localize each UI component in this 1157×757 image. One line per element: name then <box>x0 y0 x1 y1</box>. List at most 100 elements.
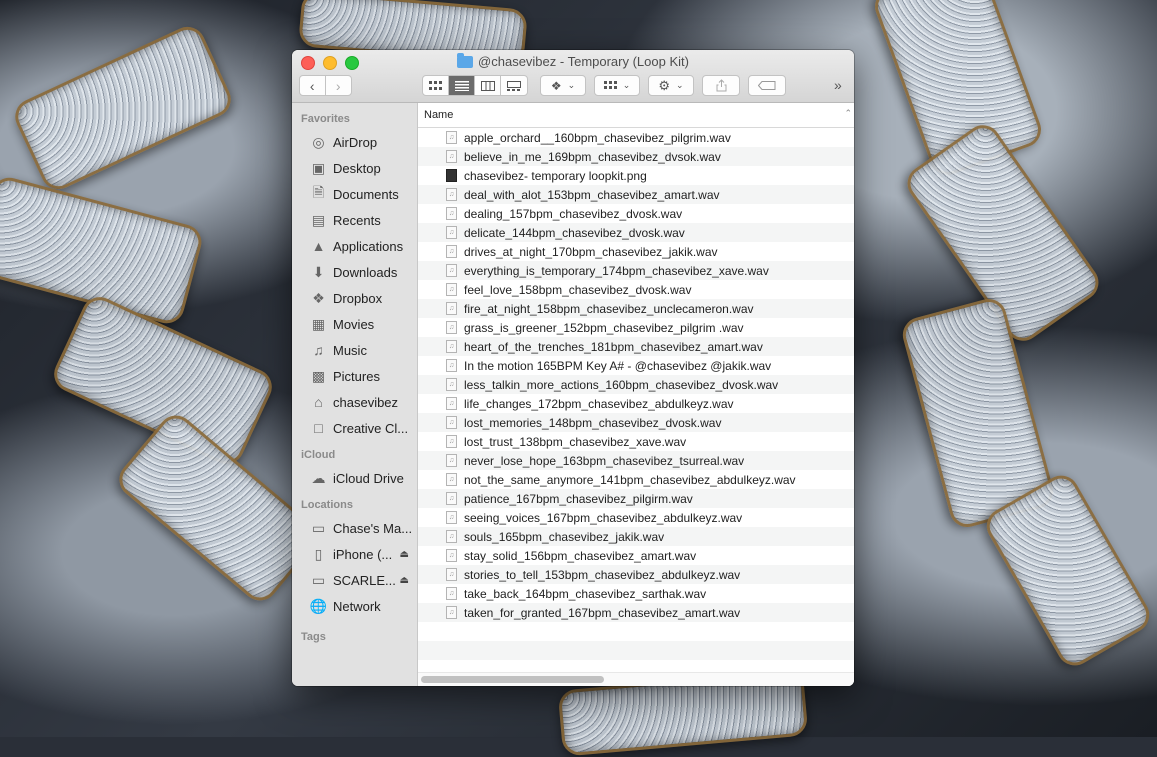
sidebar-item-network[interactable]: 🌐 Network <box>292 593 417 619</box>
icon-view-button[interactable] <box>423 76 449 95</box>
dropbox-button[interactable]: ❖ ⌄ <box>540 75 586 96</box>
sidebar-item-pictures[interactable]: ▩ Pictures <box>292 363 417 389</box>
laptop-icon: ▭ <box>311 519 326 536</box>
file-row[interactable]: ♫ less_talkin_more_actions_160bpm_chasevi… <box>418 375 854 394</box>
forward-button[interactable]: › <box>326 76 351 95</box>
file-row[interactable]: ♫ lost_trust_138bpm_chasevibez_xave.wav <box>418 432 854 451</box>
sidebar-item-recents[interactable]: ▤ Recents <box>292 207 417 233</box>
gear-icon: ⚙ <box>658 77 671 93</box>
sidebar-item-creative-cl[interactable]: □ Creative Cl... <box>292 415 417 441</box>
file-name: heart_of_the_trenches_181bpm_chasevibez_… <box>464 339 763 354</box>
recents-icon: ▤ <box>311 211 326 228</box>
file-row[interactable]: ♫ souls_165bpm_chasevibez_jakik.wav <box>418 527 854 546</box>
file-name: stay_solid_156bpm_chasevibez_amart.wav <box>464 548 697 563</box>
file-row[interactable]: ♫ taken_for_granted_167bpm_chasevibez_ama… <box>418 603 854 622</box>
file-row[interactable]: ♫ apple_orchard__160bpm_chasevibez_pilgri… <box>418 128 854 147</box>
audio-file-icon: ♫ <box>446 473 457 486</box>
file-row[interactable]: ♫ life_changes_172bpm_chasevibez_abdulkey… <box>418 394 854 413</box>
file-row[interactable]: ♫ delicate_144bpm_chasevibez_dvosk.wav <box>418 223 854 242</box>
sidebar-item-label: Downloads <box>333 264 398 280</box>
sidebar-item-iphone[interactable]: ▯ iPhone (... ⏏ <box>292 541 417 567</box>
tag-button[interactable] <box>748 75 786 96</box>
sidebar-item-scarle[interactable]: ▭ SCARLE... ⏏ <box>292 567 417 593</box>
file-row[interactable]: chasevibez- temporary loopkit.png <box>418 166 854 185</box>
sidebar-item-label: Network <box>333 598 381 614</box>
sidebar-item-music[interactable]: ♫ Music <box>292 337 417 363</box>
home-icon: ⌂ <box>314 394 323 410</box>
desktop-icon: ▣ <box>311 159 326 176</box>
eject-icon[interactable]: ⏏ <box>400 575 409 586</box>
file-row[interactable]: ♫ stay_solid_156bpm_chasevibez_amart.wav <box>418 546 854 565</box>
sidebar-item-label: iCloud Drive <box>333 470 404 486</box>
file-row[interactable]: ♫ seeing_voices_167bpm_chasevibez_abdulke… <box>418 508 854 527</box>
toolbar-overflow-button[interactable]: » <box>834 77 842 93</box>
file-row[interactable]: ♫ take_back_164bpm_chasevibez_sarthak.wav <box>418 584 854 603</box>
back-button[interactable]: ‹ <box>300 76 326 95</box>
file-row[interactable]: ♫ patience_167bpm_chasevibez_pilgirm.wav <box>418 489 854 508</box>
file-row[interactable]: ♫ feel_love_158bpm_chasevibez_dvosk.wav <box>418 280 854 299</box>
sidebar-item-label: Movies <box>333 316 375 332</box>
file-name: dealing_157bpm_chasevibez_dvosk.wav <box>464 206 683 221</box>
file-name: not_the_same_anymore_141bpm_chasevibez_a… <box>464 472 796 487</box>
sidebar-item-applications[interactable]: ▲ Applications <box>292 233 417 259</box>
sidebar-item-icloud-drive[interactable]: ☁ iCloud Drive <box>292 465 417 491</box>
sidebar-item-desktop[interactable]: ▣ Desktop <box>292 155 417 181</box>
sidebar-item-documents[interactable]: 🗎 Documents <box>292 181 417 207</box>
gallery-icon <box>507 80 521 91</box>
chevron-down-icon: ⌄ <box>622 80 631 90</box>
gallery-view-button[interactable] <box>501 76 527 95</box>
airdrop-icon: ◎ <box>312 133 325 150</box>
horizontal-scrollbar[interactable] <box>418 672 854 686</box>
file-row[interactable]: ♫ deal_with_alot_153bpm_chasevibez_amart.… <box>418 185 854 204</box>
sidebar-item-label: Pictures <box>333 368 380 384</box>
list-icon <box>454 80 469 91</box>
chevron-down-icon: ⌄ <box>567 80 576 90</box>
list-view-button[interactable] <box>449 76 475 95</box>
toolbar: ‹ › ❖ ⌄ ⌄ ⚙ ⌄ » <box>292 75 854 97</box>
sidebar-item-label: Dropbox <box>333 290 383 306</box>
file-row[interactable]: ♫ dealing_157bpm_chasevibez_dvosk.wav <box>418 204 854 223</box>
sidebar-item-dropbox[interactable]: ❖ Dropbox <box>292 285 417 311</box>
file-row[interactable]: ♫ not_the_same_anymore_141bpm_chasevibez_… <box>418 470 854 489</box>
sidebar-item-chasevibez[interactable]: ⌂ chasevibez <box>292 389 417 415</box>
sidebar-item-downloads[interactable]: ⬇ Downloads <box>292 259 417 285</box>
scrollbar-thumb[interactable] <box>421 676 604 683</box>
iphone-icon: ▯ <box>314 545 323 562</box>
file-row[interactable]: ♫ grass_is_greener_152bpm_chasevibez_pilg… <box>418 318 854 337</box>
eject-icon[interactable]: ⏏ <box>400 549 409 560</box>
file-row[interactable]: ♫ drives_at_night_170bpm_chasevibez_jakik… <box>418 242 854 261</box>
sidebar-section-tags: Tags <box>301 631 326 643</box>
file-row[interactable]: ♫ believe_in_me_169bpm_chasevibez_dvsok.w… <box>418 147 854 166</box>
sidebar-item-label: iPhone (... <box>333 546 393 562</box>
sidebar-item-label: Desktop <box>333 160 381 176</box>
audio-file-icon: ♫ <box>446 549 457 562</box>
music-icon: ♫ <box>313 342 324 358</box>
file-name: feel_love_158bpm_chasevibez_dvosk.wav <box>464 282 692 297</box>
file-row[interactable]: ♫ everything_is_temporary_174bpm_chasevib… <box>418 261 854 280</box>
file-row[interactable]: ♫ fire_at_night_158bpm_chasevibez_uncleca… <box>418 299 854 318</box>
audio-file-icon: ♫ <box>446 226 457 239</box>
dropbox-icon: ❖ <box>312 289 325 306</box>
image-file-icon <box>446 169 457 182</box>
file-row[interactable]: ♫ never_lose_hope_163bpm_chasevibez_tsurr… <box>418 451 854 470</box>
sidebar-item-label: Chase's Ma... <box>333 520 413 536</box>
share-button[interactable] <box>702 75 740 96</box>
file-row[interactable]: ♫ lost_memories_148bpm_chasevibez_dvosk.w… <box>418 413 854 432</box>
audio-file-icon: ♫ <box>446 435 457 448</box>
sidebar-item-label: Documents <box>333 186 399 202</box>
network-icon: 🌐 <box>309 597 328 614</box>
audio-file-icon: ♫ <box>446 397 457 410</box>
file-row[interactable]: ♫ In the motion 165BPM Key A# - @chasevib… <box>418 356 854 375</box>
group-by-button[interactable]: ⌄ <box>594 75 640 96</box>
sidebar-item-airdrop[interactable]: ◎ AirDrop <box>292 129 417 155</box>
column-header-name[interactable]: Name ⌃ <box>418 103 854 128</box>
file-row[interactable]: ♫ heart_of_the_trenches_181bpm_chasevibez… <box>418 337 854 356</box>
sidebar-item-chase-s-ma[interactable]: ▭ Chase's Ma... <box>292 515 417 541</box>
file-row[interactable]: ♫ stories_to_tell_153bpm_chasevibez_abdul… <box>418 565 854 584</box>
column-view-button[interactable] <box>475 76 501 95</box>
action-button[interactable]: ⚙ ⌄ <box>648 75 694 96</box>
sidebar-item-movies[interactable]: ▦ Movies <box>292 311 417 337</box>
tag-icon <box>758 81 776 90</box>
file-name: souls_165bpm_chasevibez_jakik.wav <box>464 529 665 544</box>
file-name: less_talkin_more_actions_160bpm_chasevib… <box>464 377 779 392</box>
